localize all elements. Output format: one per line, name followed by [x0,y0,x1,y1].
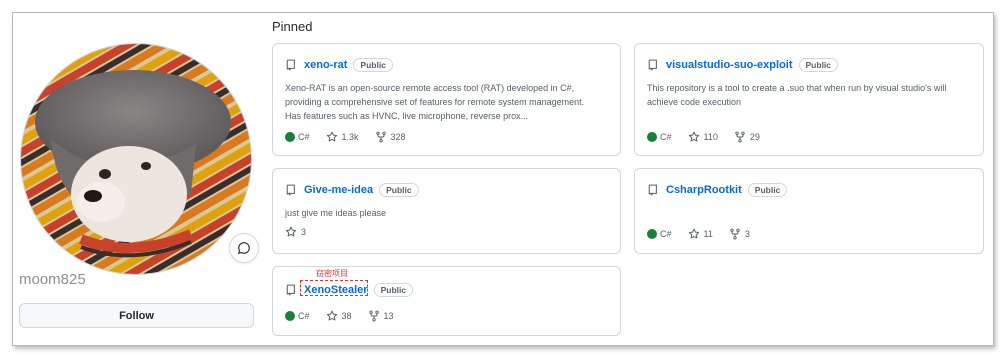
avatar-image [21,44,251,274]
star-count: 38 [341,311,352,321]
annotation-highlight-box [300,280,368,296]
repo-forks[interactable]: 3 [729,228,750,240]
language-label: C# [298,132,310,142]
repo-stars[interactable]: 110 [688,131,718,143]
description-line: providing a comprehensive set of feature… [285,97,585,107]
pinned-repo-card: CsharpRootkit Public C# 11 3 [634,168,984,254]
pinned-heading: Pinned [272,19,313,34]
star-count: 110 [703,132,718,142]
language-label: C# [660,229,672,239]
fork-count: 328 [390,132,406,142]
visibility-badge: Public [353,58,393,72]
repo-language: C# [285,311,310,321]
repo-link-visualstudio-suo-exploit[interactable]: visualstudio-suo-exploit [666,59,793,71]
smiley-status-icon [237,242,250,255]
annotation-label: 窃密项目 [316,269,348,278]
language-label: C# [660,132,672,142]
pinned-repo-card: xeno-rat Public Xeno-RAT is an open-sour… [272,43,621,156]
language-color-dot [285,311,295,321]
fork-icon [730,228,740,240]
repo-icon [648,184,657,196]
repo-description: This repository is a tool to create a .s… [647,81,946,109]
star-icon [326,131,337,142]
repo-forks[interactable]: 328 [375,131,406,143]
repo-link-xeno-rat[interactable]: xeno-rat [304,59,347,71]
repo-icon [648,59,657,71]
description-line: achieve code execution [647,97,742,107]
description-line: This repository is a tool to create a .s… [647,83,947,93]
visibility-badge: Public [798,58,839,72]
avatar-container [20,43,259,275]
description-line: Xeno-RAT is an open-source remote access… [285,83,575,93]
repo-stars[interactable]: 3 [285,226,306,238]
language-color-dot [647,229,657,239]
repo-language: C# [647,132,672,142]
repo-language: C# [647,229,672,239]
repo-stars[interactable]: 1.3k [326,131,359,143]
star-count: 1.3k [341,132,359,142]
pinned-repo-card: visualstudio-suo-exploit Public This rep… [634,43,984,156]
github-profile-frame: moom825 Follow Pinned xeno-rat Public Xe… [12,12,994,346]
fork-count: 13 [383,311,394,321]
description-line: Has features such as HVNC, live micropho… [285,111,529,121]
visibility-badge: Public [373,283,414,297]
star-icon [326,310,337,321]
repo-link-give-me-idea[interactable]: Give-me-idea [304,184,373,196]
language-color-dot [285,132,295,142]
star-icon [688,228,699,239]
star-count: 3 [301,227,307,237]
language-color-dot [647,132,657,142]
pinned-repo-card: Give-me-idea Public just give me ideas p… [272,168,621,254]
repo-icon [286,59,295,71]
star-icon [285,226,297,237]
star-icon [688,131,699,142]
repo-description: just give me ideas please [285,206,386,220]
repo-icon [286,284,295,296]
repo-link-csharprootkit[interactable]: CsharpRootkit [666,184,742,196]
fork-count: 29 [749,132,760,142]
profile-username: moom825 [19,271,86,288]
fork-icon [735,131,745,143]
repo-stars[interactable]: 38 [326,310,352,322]
repo-description: Xeno-RAT is an open-source remote access… [285,81,584,123]
star-count: 11 [703,229,713,239]
language-label: C# [298,311,310,321]
repo-forks[interactable]: 29 [734,131,760,143]
follow-button[interactable]: Follow [19,303,254,328]
visibility-badge: Public [379,183,419,197]
visibility-badge: Public [747,183,788,197]
fork-icon [375,131,386,143]
set-status-button[interactable] [229,233,259,263]
repo-icon [286,184,295,196]
repo-language: C# [285,132,310,142]
fork-icon [368,310,379,322]
repo-forks[interactable]: 13 [368,310,394,322]
description-line: just give me ideas please [285,208,387,218]
repo-stars[interactable]: 11 [688,228,713,240]
fork-count: 3 [744,229,750,239]
avatar[interactable] [20,43,252,275]
